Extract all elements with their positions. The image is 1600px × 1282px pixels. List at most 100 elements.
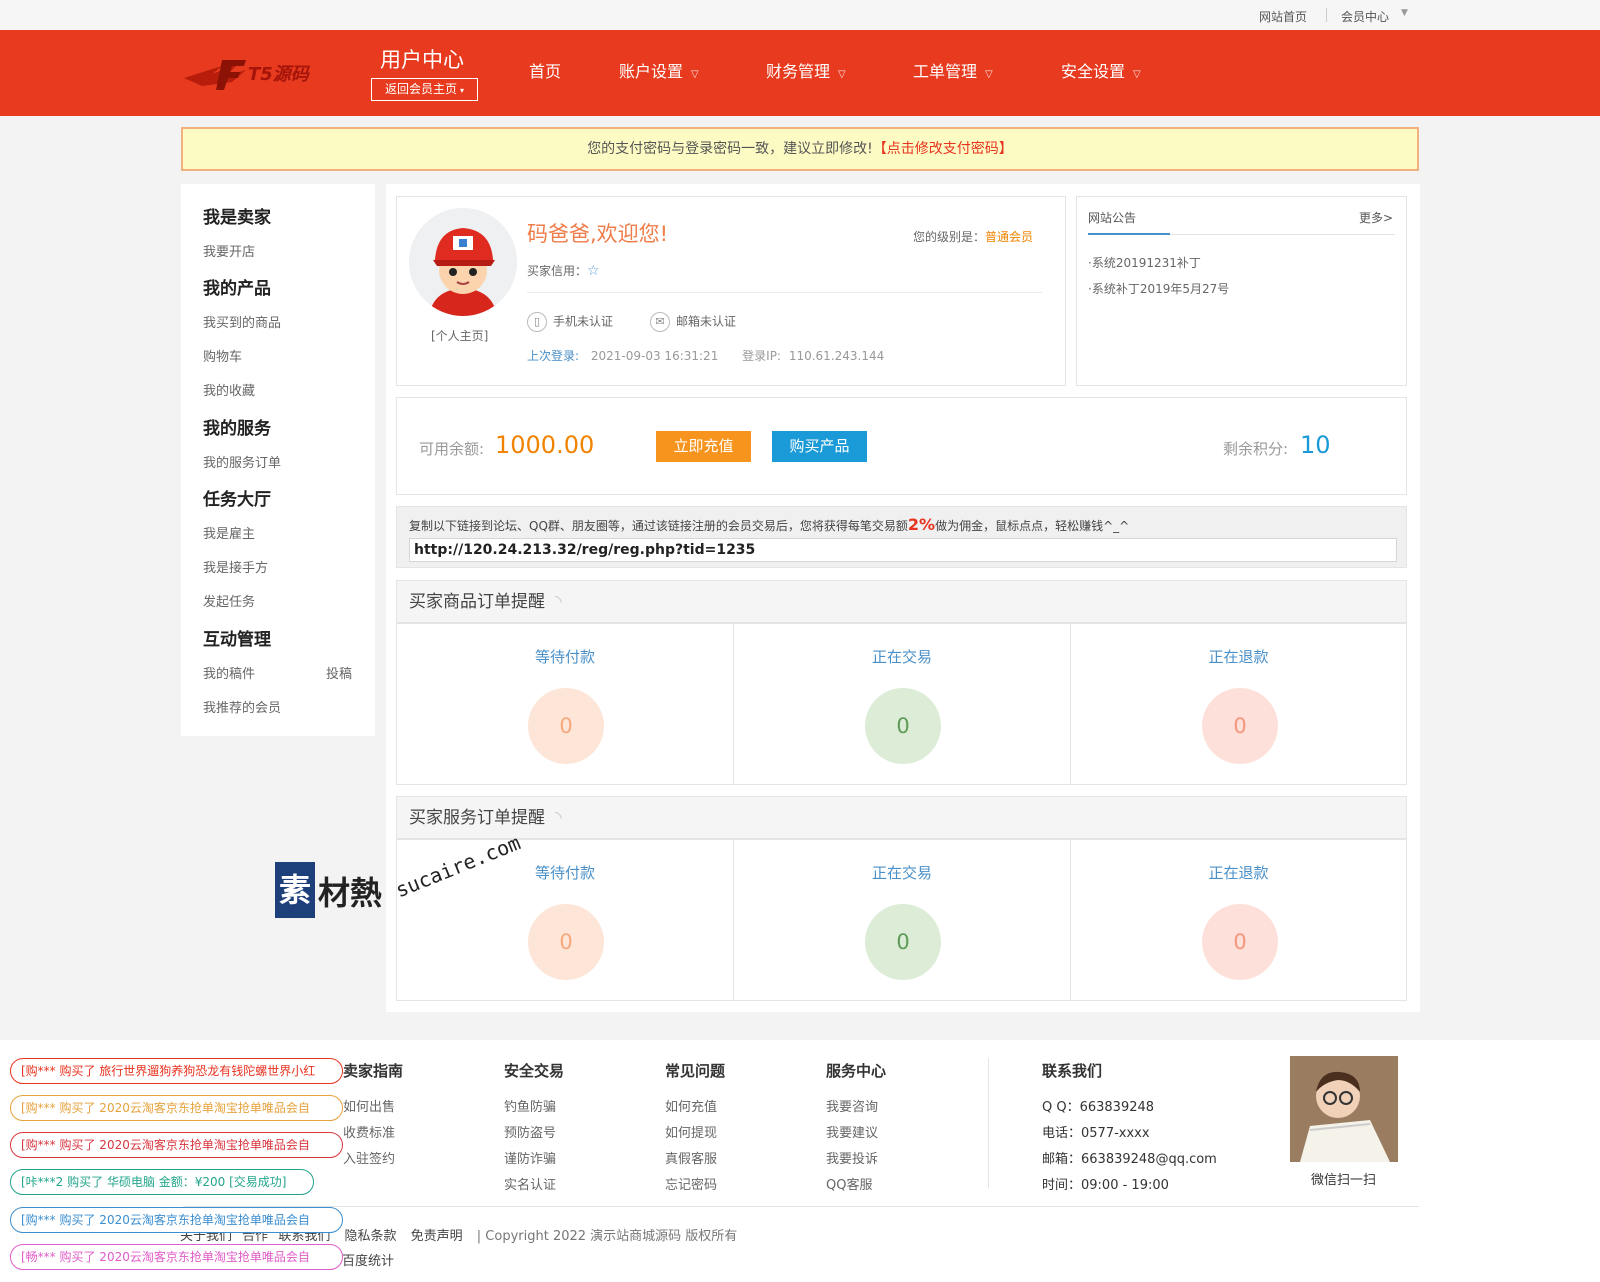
cell-count: 0 [528, 688, 604, 764]
announcement-item[interactable]: ·系统20191231补丁 [1088, 254, 1201, 271]
footer-link[interactable]: 我要咨询 [826, 1096, 878, 1115]
user-avatar[interactable] [409, 208, 517, 316]
footer-link[interactable]: 真假客服 [665, 1148, 717, 1167]
chevron-down-icon: ▽ [691, 69, 699, 80]
logo-text: T5源码 [248, 64, 311, 85]
balance-value: 1000.00 [495, 431, 595, 459]
divider [1326, 8, 1327, 22]
sidebar-item-open-shop[interactable]: 我要开店 [203, 241, 255, 260]
cell-count: 0 [865, 904, 941, 980]
nav-account-settings[interactable]: 账户设置 ▽ [619, 58, 699, 82]
level-label: 您的级别是： [913, 230, 986, 244]
referral-text-b: 做为佣金，鼠标点点，轻松赚钱^_^ [935, 519, 1130, 533]
service-orders-title: 买家服务订单提醒 [409, 808, 545, 828]
footer-heading: 卖家指南 [343, 1062, 404, 1080]
footer-link-privacy[interactable]: 隐私条款 [344, 1229, 396, 1244]
sidebar-heading-interaction: 互动管理 [203, 630, 271, 650]
footer-link[interactable]: 实名认证 [504, 1174, 556, 1193]
sidebar-item-favorites[interactable]: 我的收藏 [203, 380, 255, 399]
cell-count: 0 [1202, 904, 1278, 980]
sidebar-item-create-task[interactable]: 发起任务 [203, 591, 255, 610]
nav-label: 工单管理 [913, 62, 978, 81]
service-cell-refunding[interactable]: 正在退款 0 [1070, 839, 1407, 1001]
divider [988, 1058, 989, 1188]
footer-link[interactable]: QQ客服 [826, 1174, 872, 1193]
footer-heading: 服务中心 [826, 1062, 887, 1080]
announcement-more-link[interactable]: 更多> [1359, 209, 1393, 226]
contact-heading: 联系我们 [1042, 1062, 1103, 1080]
phone-status: 手机未认证 [553, 314, 614, 329]
email-verification[interactable]: ✉ 邮箱未认证 [650, 312, 736, 332]
nav-home[interactable]: 首页 [529, 58, 561, 82]
order-cell-refunding[interactable]: 正在退款 0 [1070, 623, 1407, 785]
balance-label: 可用余额: [419, 440, 485, 458]
last-login-time: 2021-09-03 16:31:21 [590, 349, 719, 363]
contact-qq: Q Q：663839248 [1042, 1100, 1155, 1115]
footer-link[interactable]: 入驻签约 [343, 1148, 395, 1167]
footer-link[interactable]: 如何充值 [665, 1096, 717, 1115]
footer-link[interactable]: 忘记密码 [665, 1174, 717, 1193]
chevron-down-icon: ▾ [460, 86, 465, 95]
welcome-message: 码爸爸,欢迎您! [527, 222, 669, 246]
sidebar-item-referred-members[interactable]: 我推荐的会员 [203, 697, 281, 716]
nav-tickets[interactable]: 工单管理 ▽ [913, 58, 993, 82]
back-button-label: 返回会员主页 [384, 82, 457, 96]
footer-heading: 常见问题 [665, 1062, 726, 1080]
nav-label: 账户设置 [619, 62, 684, 81]
recharge-button[interactable]: 立即充值 [656, 431, 751, 462]
footer-link-disclaimer[interactable]: 免责声明 [411, 1229, 463, 1244]
order-cell-in-trade[interactable]: 正在交易 0 [733, 623, 1071, 785]
tab-underline [1088, 233, 1170, 235]
sidebar-item-service-orders[interactable]: 我的服务订单 [203, 452, 281, 471]
cell-label: 正在退款 [1208, 864, 1269, 882]
footer-link[interactable]: 谨防诈骗 [504, 1148, 556, 1167]
email-status: 邮箱未认证 [676, 314, 737, 329]
password-warning-notice: 您的支付密码与登录密码一致，建议立即修改!【点击修改支付密码】 [181, 127, 1419, 171]
footer-link[interactable]: 我要建议 [826, 1122, 878, 1141]
purchase-ticker-item: [购*** 购买了 2020云淘客京东抢单淘宝抢单唯品会自 [10, 1207, 343, 1233]
member-center-link[interactable]: 会员中心 [1341, 8, 1389, 25]
back-to-home-button[interactable]: 返回会员主页 ▾ [371, 78, 478, 101]
change-payment-password-link[interactable]: 【点击修改支付密码】 [873, 141, 1013, 157]
site-home-link[interactable]: 网站首页 [1259, 8, 1307, 25]
sidebar-heading-tasks: 任务大厅 [203, 490, 271, 510]
baidu-stats-link[interactable]: 百度统计 [342, 1250, 394, 1269]
order-cell-waiting-payment[interactable]: 等待付款 0 [396, 623, 734, 785]
referral-link-field[interactable]: http://120.24.213.32/reg/reg.php?tid=123… [409, 538, 1397, 562]
level-value[interactable]: 普通会员 [985, 230, 1033, 244]
sidebar-item-taker[interactable]: 我是接手方 [203, 557, 268, 576]
mail-icon: ✉ [650, 312, 670, 332]
footer-link[interactable]: 钓鱼防骗 [504, 1096, 556, 1115]
footer-link[interactable]: 收费标准 [343, 1122, 395, 1141]
footer-link[interactable]: 我要投诉 [826, 1148, 878, 1167]
buyer-credit: 买家信用：☆ [527, 262, 600, 279]
notice-text: 您的支付密码与登录密码一致，建议立即修改! [587, 141, 873, 157]
sidebar-item-submit[interactable]: 投稿 [326, 663, 352, 682]
footer-link[interactable]: 如何提现 [665, 1122, 717, 1141]
personal-homepage-link[interactable]: [个人主页] [431, 327, 488, 344]
chevron-down-icon: ▽ [1133, 69, 1141, 80]
nav-finance[interactable]: 财务管理 ▽ [766, 58, 846, 82]
sidebar-item-purchased[interactable]: 我买到的商品 [203, 312, 281, 331]
points-label: 剩余积分: [1223, 440, 1289, 458]
nav-security[interactable]: 安全设置 ▽ [1061, 58, 1141, 82]
sidebar-item-my-drafts[interactable]: 我的稿件 [203, 663, 255, 682]
footer-link[interactable]: 预防盗号 [504, 1122, 556, 1141]
purchase-ticker-item: [购*** 购买了 2020云淘客京东抢单淘宝抢单唯品会自 [10, 1095, 343, 1121]
phone-icon: ▯ [527, 312, 547, 332]
top-bar: 网站首页 会员中心 ▼ [0, 0, 1600, 30]
qr-caption: 微信扫一扫 [1311, 1173, 1377, 1188]
sidebar-item-employer[interactable]: 我是雇主 [203, 523, 255, 542]
buy-product-button[interactable]: 购买产品 [772, 431, 867, 462]
goods-orders-header: 买家商品订单提醒 ◝ [396, 580, 1407, 623]
announcement-item[interactable]: ·系统补丁2019年5月27号 [1088, 280, 1229, 297]
sidebar-heading-seller: 我是卖家 [203, 208, 271, 228]
cell-count: 0 [528, 904, 604, 980]
site-logo[interactable]: T5源码 [182, 52, 314, 94]
divider [183, 1206, 1419, 1207]
sidebar-item-cart[interactable]: 购物车 [203, 346, 242, 365]
rss-icon: ◝ [555, 808, 562, 828]
phone-verification[interactable]: ▯ 手机未认证 [527, 312, 613, 332]
service-cell-in-trade[interactable]: 正在交易 0 [733, 839, 1071, 1001]
footer-link[interactable]: 如何出售 [343, 1096, 395, 1115]
